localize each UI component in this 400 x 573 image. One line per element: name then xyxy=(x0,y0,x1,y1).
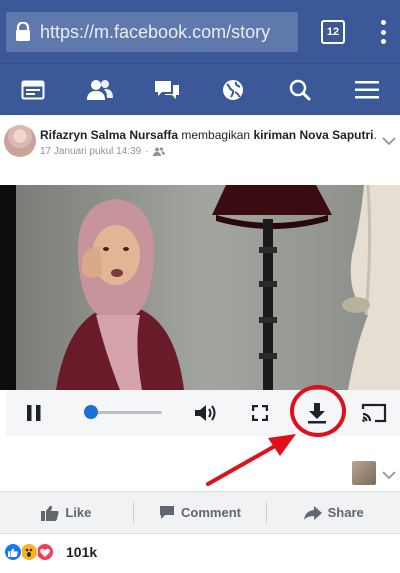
annotation-arrow xyxy=(206,434,296,486)
comment-label: Comment xyxy=(181,505,241,520)
messages-icon[interactable] xyxy=(133,64,200,115)
fullscreen-icon[interactable] xyxy=(249,402,271,424)
wow-reaction-icon xyxy=(20,543,38,561)
address-bar[interactable]: https://m.facebook.com/story xyxy=(6,12,298,52)
original-author-link[interactable]: Nova Saputri xyxy=(299,128,373,142)
like-reaction-icon xyxy=(4,543,22,561)
globe-notifications-icon[interactable] xyxy=(200,64,267,115)
share-label: Share xyxy=(327,505,364,520)
reactions-row[interactable]: 101k xyxy=(0,534,400,573)
video-player[interactable] xyxy=(0,185,400,390)
friends-audience-icon xyxy=(152,147,165,156)
video-frame xyxy=(16,185,400,390)
love-reaction-icon xyxy=(36,543,54,561)
shared-post-link[interactable]: kiriman xyxy=(253,128,296,142)
post-action-bar: Like Comment Share xyxy=(0,491,400,534)
like-button[interactable]: Like xyxy=(0,492,133,533)
comment-button[interactable]: Comment xyxy=(134,492,267,533)
thumbs-up-icon xyxy=(41,505,59,521)
browser-toolbar: https://m.facebook.com/story 12 xyxy=(0,0,400,63)
tab-switcher-button[interactable]: 12 xyxy=(321,20,345,44)
reaction-count: 101k xyxy=(66,544,98,560)
lock-icon xyxy=(6,12,40,52)
url-text: https://m.facebook.com/story xyxy=(40,21,271,42)
post-timestamp[interactable]: 17 Januari pukul 14:39 xyxy=(40,146,141,157)
more-options-icon[interactable] xyxy=(374,17,392,47)
facebook-nav-bar xyxy=(0,63,400,115)
volume-icon[interactable] xyxy=(192,400,218,426)
author-name-link[interactable]: Rifazryn Salma Nursaffa xyxy=(40,128,178,142)
like-label: Like xyxy=(65,505,92,520)
post-header: Rifazryn Salma Nursaffa membagikan kirim… xyxy=(0,115,400,185)
search-icon[interactable] xyxy=(267,64,334,115)
comment-chevron-icon[interactable] xyxy=(382,467,396,485)
post-options-chevron-icon[interactable] xyxy=(382,133,396,151)
post-meta: 17 Januari pukul 14:39 · xyxy=(40,146,165,157)
commenter-avatar[interactable] xyxy=(352,461,376,485)
news-feed-icon[interactable] xyxy=(0,64,67,115)
cast-icon[interactable] xyxy=(360,400,388,426)
comment-icon xyxy=(160,506,175,519)
pause-icon[interactable] xyxy=(24,402,44,424)
share-arrow-icon xyxy=(303,505,322,520)
post-attribution: Rifazryn Salma Nursaffa membagikan kirim… xyxy=(40,128,377,142)
share-button[interactable]: Share xyxy=(267,492,400,533)
friends-icon[interactable] xyxy=(67,64,134,115)
action-text: membagikan xyxy=(181,128,251,142)
seek-handle[interactable] xyxy=(84,405,98,419)
hamburger-menu-icon[interactable] xyxy=(333,64,400,115)
author-avatar[interactable] xyxy=(4,125,36,157)
